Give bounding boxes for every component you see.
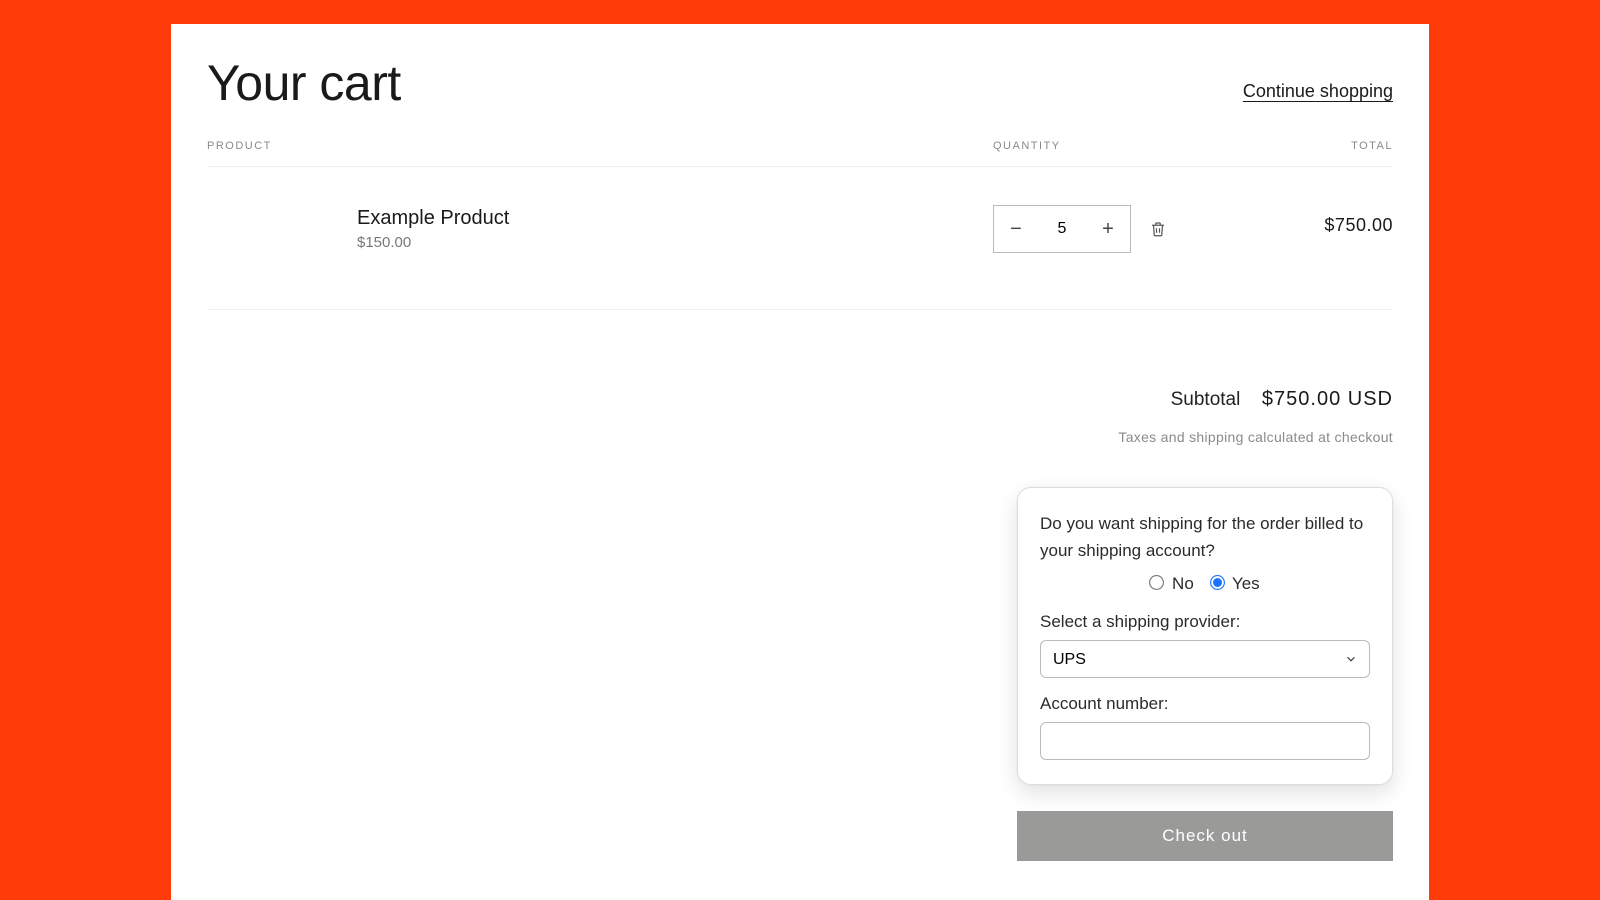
line-total: $750.00 [1193, 203, 1393, 236]
plus-icon: + [1102, 218, 1114, 241]
continue-shopping-link[interactable]: Continue shopping [1243, 81, 1393, 112]
cart-header: Your cart Continue shopping [207, 54, 1393, 112]
remove-item-button[interactable] [1149, 220, 1167, 238]
column-product-label: PRODUCT [207, 140, 993, 152]
cart-line-item: Example Product $150.00 − + [207, 167, 1393, 310]
product-cell: Example Product $150.00 [207, 203, 993, 251]
column-quantity-label: QUANTITY [993, 140, 1193, 152]
cart-table-header: PRODUCT QUANTITY TOTAL [207, 140, 1393, 167]
account-number-label: Account number: [1040, 694, 1370, 714]
quantity-decrease-button[interactable]: − [994, 206, 1038, 252]
subtotal-label: Subtotal [1171, 389, 1241, 410]
trash-icon [1149, 220, 1167, 238]
account-number-input[interactable] [1040, 722, 1370, 760]
subtotal-amount: $750.00 USD [1262, 388, 1393, 410]
shipping-radio-no[interactable] [1149, 575, 1164, 590]
checkout-button[interactable]: Check out [1017, 811, 1393, 861]
shipping-account-panel: Do you want shipping for the order bille… [1017, 487, 1393, 785]
column-total-label: TOTAL [1193, 140, 1393, 152]
shipping-radio-no-text: No [1172, 574, 1194, 593]
minus-icon: − [1010, 218, 1022, 241]
quantity-increase-button[interactable]: + [1086, 206, 1130, 252]
tax-note: Taxes and shipping calculated at checkou… [207, 429, 1393, 445]
cart-summary: Subtotal $750.00 USD Taxes and shipping … [207, 388, 1393, 861]
shipping-radio-yes-label[interactable]: Yes [1211, 574, 1260, 593]
shipping-question: Do you want shipping for the order bille… [1040, 510, 1370, 564]
subtotal-row: Subtotal $750.00 USD [207, 388, 1393, 411]
shipping-radio-yes[interactable] [1210, 575, 1225, 590]
product-name: Example Product [357, 207, 509, 230]
cart-page: Your cart Continue shopping PRODUCT QUAN… [171, 24, 1429, 900]
shipping-provider-select[interactable]: UPS [1040, 640, 1370, 678]
quantity-cell: − + [993, 203, 1193, 253]
shipping-radio-group: No Yes [1040, 574, 1370, 594]
quantity-input[interactable] [1038, 220, 1086, 238]
quantity-stepper: − + [993, 205, 1131, 253]
shipping-radio-no-label[interactable]: No [1150, 574, 1198, 593]
page-title: Your cart [207, 54, 401, 112]
product-unit-price: $150.00 [357, 234, 509, 251]
provider-label: Select a shipping provider: [1040, 612, 1370, 632]
shipping-radio-yes-text: Yes [1232, 574, 1260, 593]
